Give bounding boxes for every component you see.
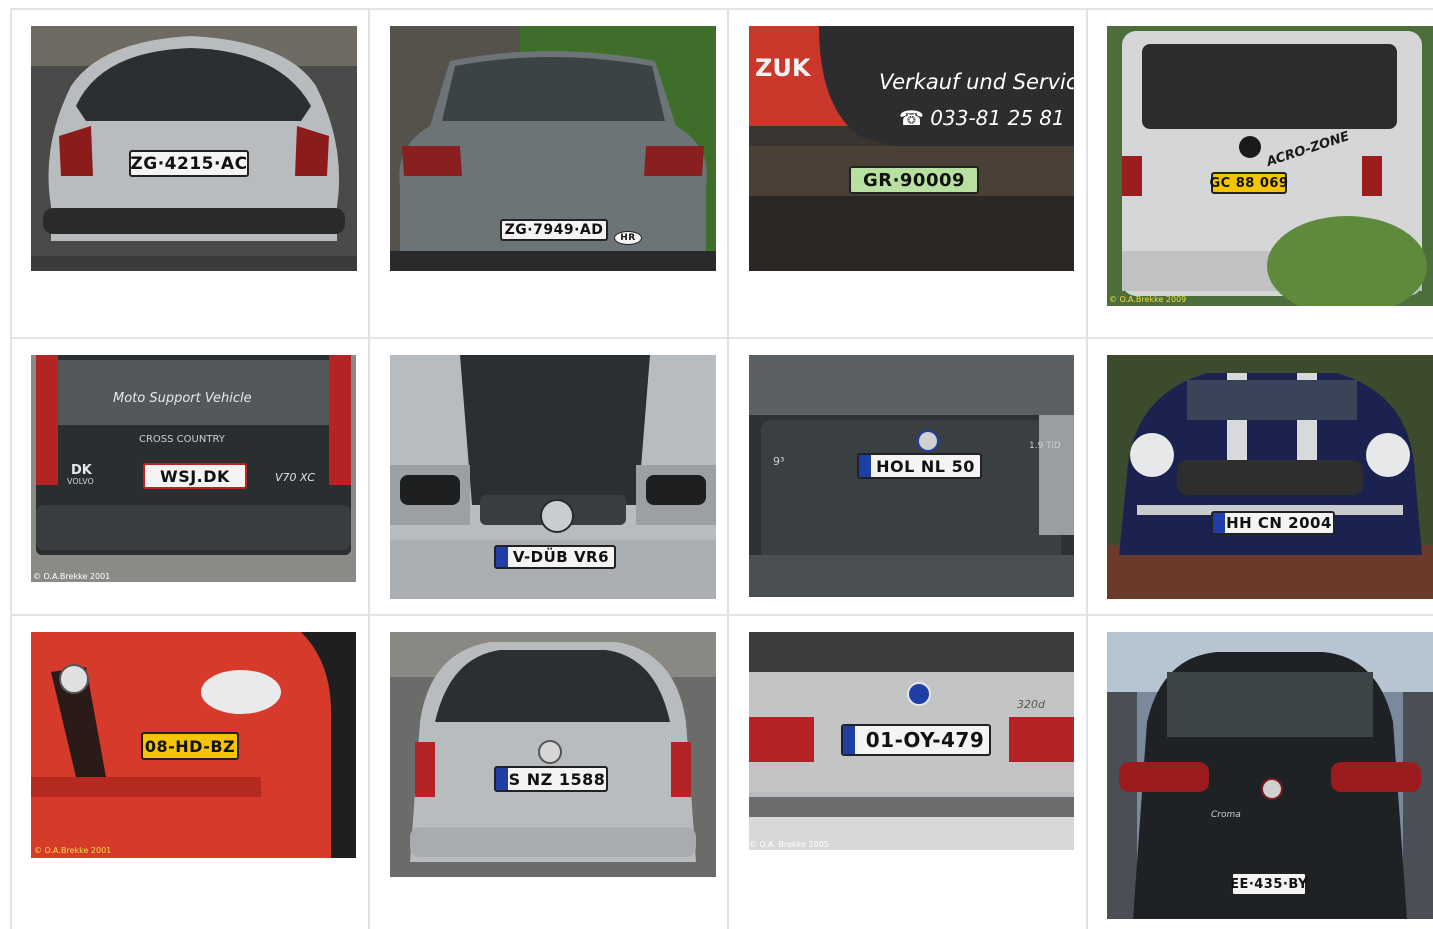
- car-photo[interactable]: ZUK Verkauf und Servic ☎ 033-81 25 81 GR…: [749, 26, 1074, 271]
- country-badge: DK: [71, 463, 92, 478]
- license-plate: 08-HD-BZ: [141, 732, 239, 760]
- plate-text: V-DÜB VR6: [512, 548, 610, 566]
- plate-text: S NZ 1588: [508, 769, 606, 789]
- copyright-text: © O.A.Brekke 2009: [1109, 295, 1187, 304]
- eu-band: [859, 455, 871, 477]
- copyright-text: © O.A.Brekke 2001: [34, 846, 112, 855]
- trim-badge: 1.9 TiD: [1029, 441, 1061, 451]
- model-badge: Croma: [1211, 810, 1241, 820]
- car-photo[interactable]: ACRO-ZONE GC 88 069 © O.A.Brekke 2009: [1107, 26, 1433, 306]
- license-plate: 01-OY-479: [841, 724, 991, 756]
- make-badge: VOLVO: [67, 477, 94, 486]
- car-photo[interactable]: ZG·7949·AD HR: [390, 26, 716, 271]
- car-photo[interactable]: 08-HD-BZ © O.A.Brekke 2001: [31, 632, 356, 858]
- car-photo[interactable]: ZG·4215·AC: [31, 26, 357, 271]
- plate-text: 01-OY-479: [865, 728, 985, 752]
- mercedes-logo: [538, 740, 562, 764]
- trim-badge: V70 XC: [275, 471, 316, 484]
- eu-band: [843, 726, 855, 754]
- eu-band: [1213, 513, 1225, 533]
- eu-band: [496, 768, 508, 790]
- copyright-text: © O.A.Brekke 2001: [33, 572, 111, 581]
- eu-band: [496, 547, 508, 567]
- license-plate: WSJ.DK: [143, 463, 247, 489]
- car-photo[interactable]: HH CN 2004: [1107, 355, 1433, 599]
- license-plate: EE·435·BY: [1230, 872, 1307, 896]
- car-photo[interactable]: Croma EE·435·BY: [1107, 632, 1433, 919]
- model-badge: CROSS COUNTRY: [139, 434, 225, 445]
- license-plate: ZG·7949·AD: [500, 219, 608, 241]
- grid-divider: [10, 337, 1433, 339]
- model-badge: 9³: [773, 455, 785, 468]
- car-photo[interactable]: Moto Support Vehicle CROSS COUNTRY DK VO…: [31, 355, 356, 582]
- license-plate: ZG·4215·AC: [129, 150, 249, 177]
- vw-logo: [1239, 136, 1261, 158]
- car-photo[interactable]: V-DÜB VR6: [390, 355, 716, 599]
- car-photo[interactable]: 9³ 1.9 TiD HOL NL 50: [749, 355, 1074, 597]
- renault-rear-image: [31, 26, 357, 271]
- grid-divider: [368, 8, 370, 929]
- license-plate: S NZ 1588: [494, 766, 608, 792]
- plate-text: HH CN 2004: [1226, 514, 1332, 532]
- fiat-logo: [1261, 778, 1283, 800]
- trim-badge: 320d: [1017, 698, 1045, 711]
- grid-divider: [10, 8, 1433, 10]
- grid-divider: [727, 8, 729, 929]
- grid-divider: [1086, 8, 1088, 929]
- vw-logo: [540, 499, 574, 533]
- license-plate: HH CN 2004: [1211, 511, 1335, 535]
- grid-divider: [10, 8, 12, 929]
- license-plate: GR·90009: [849, 166, 979, 194]
- car-photo[interactable]: S NZ 1588: [390, 632, 716, 877]
- license-plate: HOL NL 50: [857, 453, 982, 479]
- car-photo[interactable]: 320d 01-OY-479 © O.A. Brekke 2005: [749, 632, 1074, 850]
- grid-divider: [10, 614, 1433, 616]
- mini-front-image: [1107, 355, 1433, 599]
- window-decal-text: Moto Support Vehicle: [113, 391, 252, 406]
- spare-wheel-phone: ☎ 033-81 25 81: [899, 106, 1065, 130]
- copyright-text: © O.A. Brekke 2005: [749, 840, 829, 849]
- saab-logo: [917, 430, 939, 452]
- spare-wheel-text: Verkauf und Servic: [879, 70, 1074, 94]
- truck-brand-text: ZUK: [755, 54, 811, 82]
- bmw-logo: [907, 682, 931, 706]
- plate-text: HOL NL 50: [876, 456, 975, 476]
- alfa-logo: [59, 664, 89, 694]
- photo-grid: ZG·4215·AC ZG·7949·AD HR ZUK Verkauf und…: [0, 0, 1433, 929]
- license-plate: GC 88 069: [1210, 172, 1288, 194]
- license-plate: V-DÜB VR6: [494, 545, 616, 569]
- country-oval-sticker: HR: [614, 231, 642, 245]
